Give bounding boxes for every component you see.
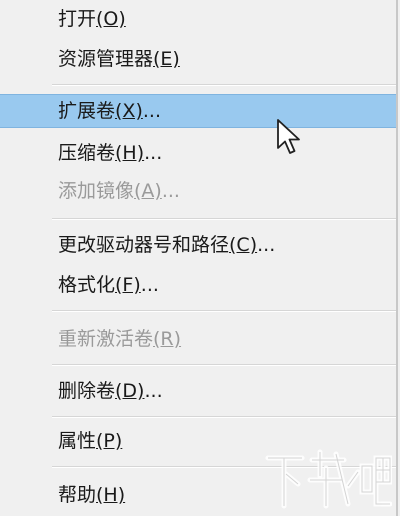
menu-item-suffix: ... bbox=[144, 142, 163, 164]
menu-item-format[interactable]: 格式化(F)... bbox=[0, 268, 396, 302]
menu-item-suffix: ... bbox=[144, 380, 163, 402]
menu-item-add-mirror: 添加镜像(A)... bbox=[0, 174, 396, 208]
menu-item-suffix: ... bbox=[142, 100, 161, 122]
context-menu: 打开(O) 资源管理器(E) 扩展卷(X)... 压缩卷(H)... 添加镜像(… bbox=[0, 0, 398, 516]
menu-item-label: 帮助 bbox=[58, 484, 97, 506]
menu-item-accelerator: (O) bbox=[96, 8, 126, 30]
menu-item-reactivate-volume: 重新激活卷(R) bbox=[0, 322, 396, 356]
menu-item-label: 删除卷 bbox=[58, 380, 116, 402]
menu-item-label: 重新激活卷 bbox=[58, 328, 154, 350]
menu-item-accelerator: (R) bbox=[153, 328, 182, 350]
menu-item-accelerator: (P) bbox=[96, 430, 123, 452]
menu-item-label: 更改驱动器号和路径 bbox=[58, 234, 230, 256]
menu-item-label: 扩展卷 bbox=[58, 100, 116, 122]
menu-separator bbox=[52, 84, 396, 86]
menu-item-label: 打开 bbox=[58, 8, 97, 30]
menu-item-suffix: ... bbox=[140, 274, 159, 296]
menu-separator bbox=[52, 310, 396, 312]
menu-item-accelerator: (H) bbox=[115, 142, 145, 164]
menu-item-accelerator: (D) bbox=[115, 380, 145, 402]
menu-item-shrink-volume[interactable]: 压缩卷(H)... bbox=[0, 136, 396, 170]
menu-item-label: 压缩卷 bbox=[58, 142, 116, 164]
mouse-pointer-icon bbox=[277, 119, 300, 154]
menu-item-suffix: ... bbox=[257, 234, 276, 256]
menu-item-accelerator: (A) bbox=[134, 180, 162, 202]
menu-item-label: 属性 bbox=[58, 430, 97, 452]
menu-item-accelerator: (X) bbox=[115, 100, 143, 122]
menu-item-label: 资源管理器 bbox=[58, 48, 154, 70]
watermark-logo bbox=[265, 449, 392, 509]
menu-separator bbox=[52, 364, 396, 366]
menu-item-explorer[interactable]: 资源管理器(E) bbox=[0, 42, 396, 76]
menu-item-open[interactable]: 打开(O) bbox=[0, 2, 396, 36]
menu-item-change-drive-letter[interactable]: 更改驱动器号和路径(C)... bbox=[0, 228, 396, 262]
menu-item-label: 格式化 bbox=[58, 274, 116, 296]
menu-item-extend-volume[interactable]: 扩展卷(X)... bbox=[0, 94, 396, 128]
menu-item-delete-volume[interactable]: 删除卷(D)... bbox=[0, 374, 396, 408]
menu-item-accelerator: (C) bbox=[229, 234, 258, 256]
menu-item-accelerator: (E) bbox=[153, 48, 180, 70]
menu-item-accelerator: (F) bbox=[115, 274, 141, 296]
menu-item-suffix: ... bbox=[161, 180, 180, 202]
menu-item-accelerator: (H) bbox=[96, 484, 126, 506]
menu-item-label: 添加镜像 bbox=[58, 180, 135, 202]
menu-separator bbox=[52, 218, 396, 220]
menu-separator bbox=[52, 416, 396, 418]
